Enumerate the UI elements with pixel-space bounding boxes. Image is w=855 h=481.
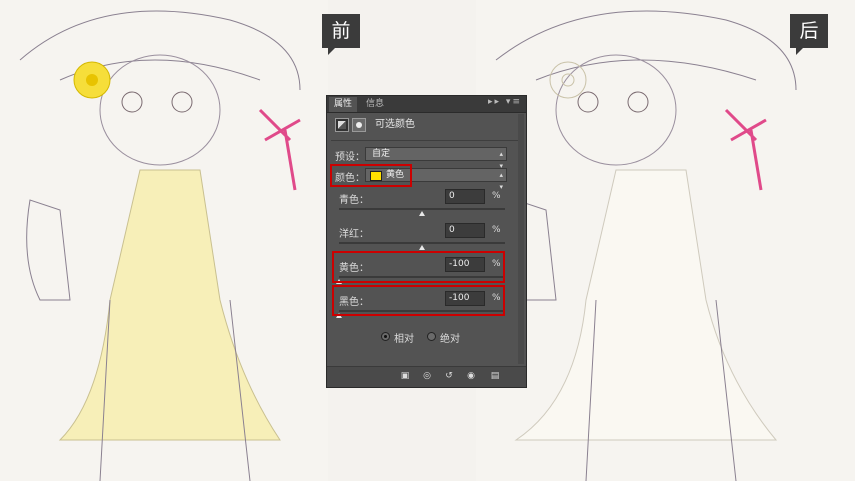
artwork-before [0,0,328,481]
panel-menu-icon[interactable]: ▸▸ ▾≡ [488,97,522,107]
view-previous-icon[interactable]: ◎ [421,371,433,382]
magenta-value-field[interactable]: 0 [445,223,485,238]
properties-panel: 属性 信息 ▸▸ ▾≡ 可选颜色 预设： 自定 ▴ ▾ 颜色： 黄色 ▴ ▾ 青色：… [326,95,527,388]
visibility-icon[interactable]: ◉ [465,371,477,382]
panel-scrollbar[interactable] [518,114,524,364]
cyan-slider-thumb[interactable] [419,211,425,216]
preset-dropdown[interactable]: 自定 ▴ ▾ [365,147,507,170]
divider [331,140,522,141]
dropdown-arrow-icon: ▴ ▾ [499,171,503,191]
magenta-label: 洋红： [339,229,369,240]
reset-icon[interactable]: ↺ [443,371,455,382]
panel-title: 可选颜色 [375,119,415,130]
clip-to-layer-icon[interactable]: ▣ [399,371,411,382]
tab-properties[interactable]: 属性 [329,97,358,112]
delete-icon[interactable]: ▤ [489,371,501,382]
absolute-label: 绝对 [440,334,460,345]
relative-label: 相对 [394,334,414,345]
absolute-radio[interactable] [427,332,436,341]
magenta-unit: % [492,225,501,235]
before-label: 前 [322,14,360,55]
adjustment-layer-icon[interactable] [335,118,349,132]
highlight-yellow-row [332,251,505,283]
preset-label: 预设： [335,152,365,163]
layer-mask-icon[interactable] [352,118,366,132]
tab-info[interactable]: 信息 [361,97,389,112]
highlight-color-row [330,164,412,187]
preset-value: 自定 [372,149,391,159]
magenta-slider-thumb[interactable] [419,245,425,250]
cyan-label: 青色： [339,195,369,206]
artwork-after [476,0,855,481]
cyan-slider-track[interactable] [339,208,505,216]
cyan-unit: % [492,191,501,201]
cyan-value-field[interactable]: 0 [445,189,485,204]
highlight-black-row [332,285,505,316]
panel-tab-bar: 属性 信息 ▸▸ ▾≡ [327,96,526,113]
after-label: 后 [790,14,828,55]
magenta-slider-track[interactable] [339,242,505,250]
relative-radio[interactable] [381,332,390,341]
panel-footer: ▣ ◎ ↺ ◉ ▤ [327,366,526,387]
